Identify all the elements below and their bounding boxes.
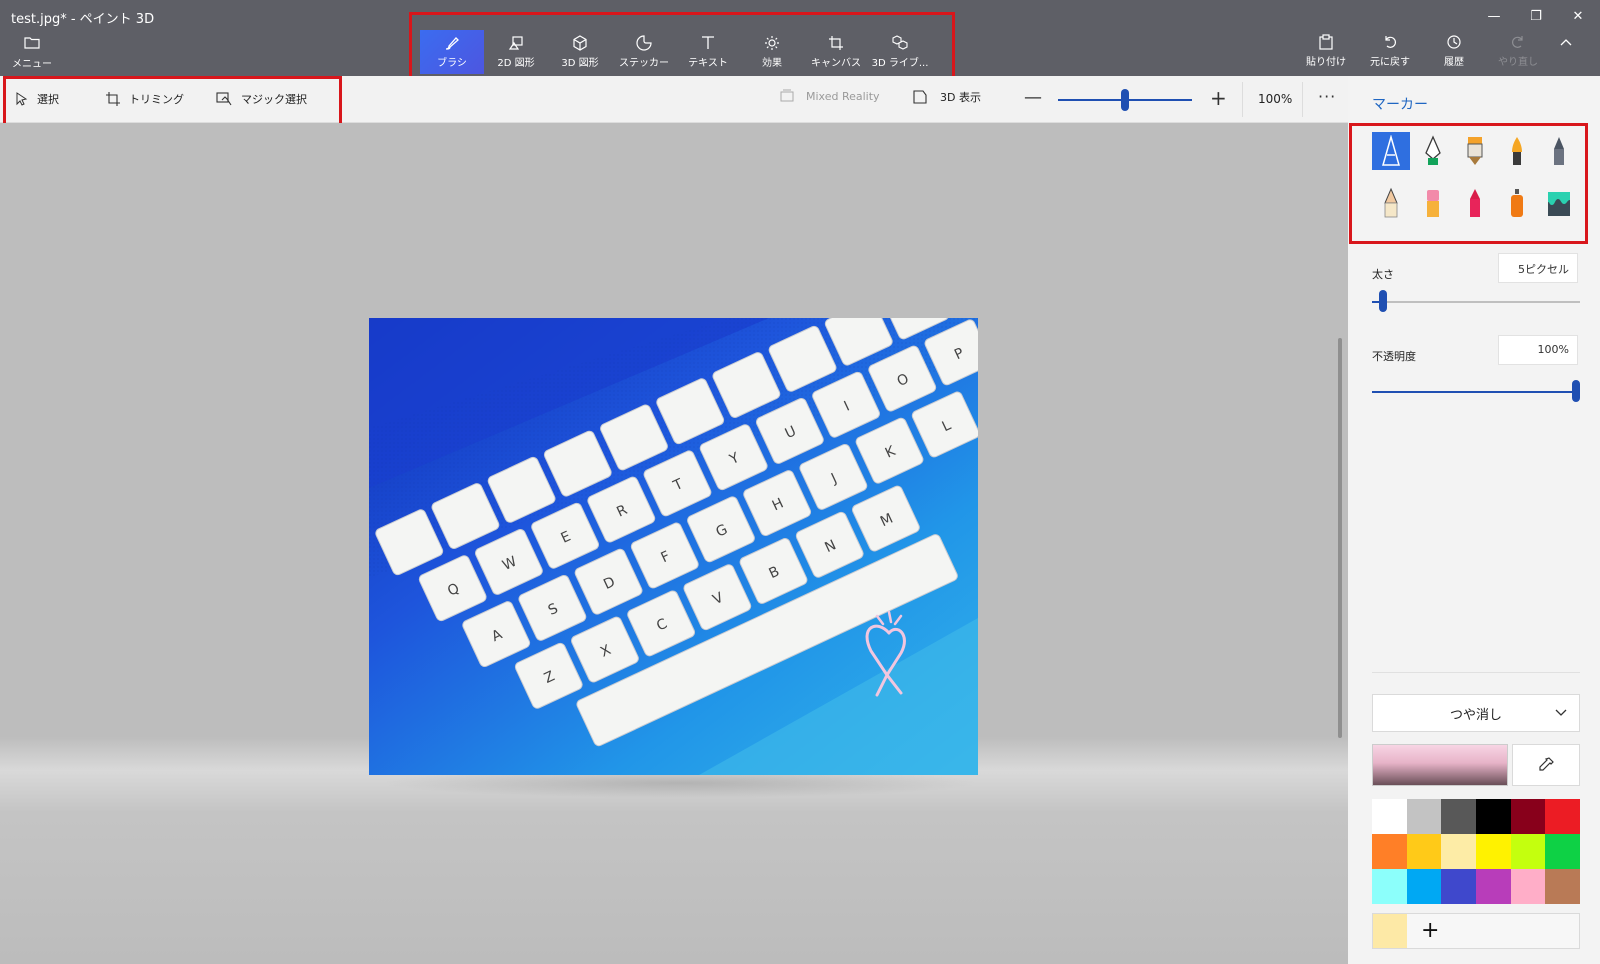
custom-colors-row: + xyxy=(1372,913,1580,949)
view-3d-icon xyxy=(913,90,927,104)
add-color-button[interactable]: + xyxy=(1421,918,1439,943)
color-palette xyxy=(1372,799,1580,904)
action-label: 履歴 xyxy=(1444,57,1464,68)
color-swatch[interactable] xyxy=(1372,869,1407,904)
color-swatch[interactable] xyxy=(1475,834,1511,869)
close-button[interactable]: ✕ xyxy=(1558,6,1598,28)
color-swatch[interactable] xyxy=(1475,799,1511,834)
thickness-slider-thumb[interactable] xyxy=(1379,290,1387,312)
color-swatch[interactable] xyxy=(1545,834,1580,869)
divider xyxy=(1372,672,1580,673)
color-swatch[interactable] xyxy=(1406,869,1442,904)
action-label: 貼り付け xyxy=(1306,57,1346,68)
collapse-ribbon-button[interactable] xyxy=(1550,34,1582,74)
chevron-down-icon xyxy=(1555,709,1567,716)
highlight-brush-grid xyxy=(1349,123,1588,244)
keyboard-photo: QWERTYUIOPASDFGHJKLZXCVBNM xyxy=(369,318,978,775)
opacity-field[interactable]: 100% xyxy=(1498,335,1578,365)
eyedropper-icon xyxy=(1539,757,1554,771)
mixed-reality-icon xyxy=(780,89,794,102)
finish-dropdown[interactable]: つや消し xyxy=(1372,694,1580,732)
chevron-up-icon xyxy=(1560,39,1572,46)
eyedropper-button[interactable] xyxy=(1512,744,1580,786)
canvas-area[interactable]: QWERTYUIOPASDFGHJKLZXCVBNM xyxy=(0,123,1348,964)
zoom-in-button[interactable]: + xyxy=(1210,86,1227,110)
color-swatch[interactable] xyxy=(1475,869,1511,904)
window-title: test.jpg* - ペイント 3D xyxy=(11,12,155,27)
custom-color-swatch[interactable] xyxy=(1373,914,1407,948)
color-swatch[interactable] xyxy=(1545,869,1580,904)
thickness-label: 太さ xyxy=(1372,268,1394,281)
color-swatch[interactable] xyxy=(1441,834,1476,869)
undo-icon xyxy=(1385,36,1396,48)
color-swatch[interactable] xyxy=(1441,869,1476,904)
thickness-field[interactable]: 5ピクセル xyxy=(1498,253,1578,283)
divider xyxy=(1242,82,1243,117)
opacity-slider-thumb[interactable] xyxy=(1572,380,1580,402)
zoom-slider-thumb[interactable] xyxy=(1121,89,1129,111)
zoom-out-button[interactable]: — xyxy=(1024,87,1042,108)
history-button[interactable]: 履歴 xyxy=(1422,34,1486,74)
menu-button[interactable]: メニュー xyxy=(10,34,54,72)
opacity-label: 不透明度 xyxy=(1372,350,1416,363)
redo-icon xyxy=(1512,36,1523,48)
zoom-value: 100% xyxy=(1258,92,1293,106)
menu-label: メニュー xyxy=(12,59,52,70)
vertical-scrollbar[interactable] xyxy=(1338,338,1342,738)
restore-button[interactable]: ❐ xyxy=(1516,6,1556,28)
action-label: 元に戻す xyxy=(1370,57,1410,68)
redo-button[interactable]: やり直し xyxy=(1486,34,1550,74)
highlight-tool-tabs xyxy=(409,12,955,85)
undo-button[interactable]: 元に戻す xyxy=(1358,34,1422,74)
thickness-slider[interactable] xyxy=(1372,301,1580,303)
color-swatch[interactable] xyxy=(1372,799,1407,834)
panel-title: マーカー xyxy=(1372,97,1428,113)
color-swatch[interactable] xyxy=(1372,834,1407,869)
view-3d-label: 3D 表示 xyxy=(940,91,981,104)
history-icon xyxy=(1447,35,1461,49)
paste-button[interactable]: 貼り付け xyxy=(1294,34,1358,74)
current-color-swatch[interactable] xyxy=(1372,744,1508,786)
minimize-button[interactable]: — xyxy=(1474,6,1514,28)
edit-actions: 貼り付け 元に戻す 履歴 やり直し xyxy=(1294,34,1582,74)
folder-icon xyxy=(24,37,40,49)
color-swatch[interactable] xyxy=(1406,799,1442,834)
mixed-reality-label: Mixed Reality xyxy=(806,89,880,103)
color-swatch[interactable] xyxy=(1510,869,1546,904)
mixed-reality-button[interactable]: Mixed Reality xyxy=(780,89,880,103)
finish-value: つや消し xyxy=(1449,707,1502,723)
color-swatch[interactable] xyxy=(1406,834,1442,869)
view-3d-button[interactable]: 3D 表示 xyxy=(912,89,981,105)
action-label: やり直し xyxy=(1498,57,1538,68)
more-options-button[interactable]: ··· xyxy=(1318,87,1336,106)
divider xyxy=(1302,82,1303,117)
color-swatch[interactable] xyxy=(1510,799,1546,834)
canvas-image[interactable]: QWERTYUIOPASDFGHJKLZXCVBNM xyxy=(369,318,978,775)
paste-icon xyxy=(1319,34,1333,50)
color-swatch[interactable] xyxy=(1545,799,1580,834)
opacity-slider[interactable] xyxy=(1372,391,1580,393)
color-swatch[interactable] xyxy=(1441,799,1476,834)
color-swatch[interactable] xyxy=(1510,834,1546,869)
